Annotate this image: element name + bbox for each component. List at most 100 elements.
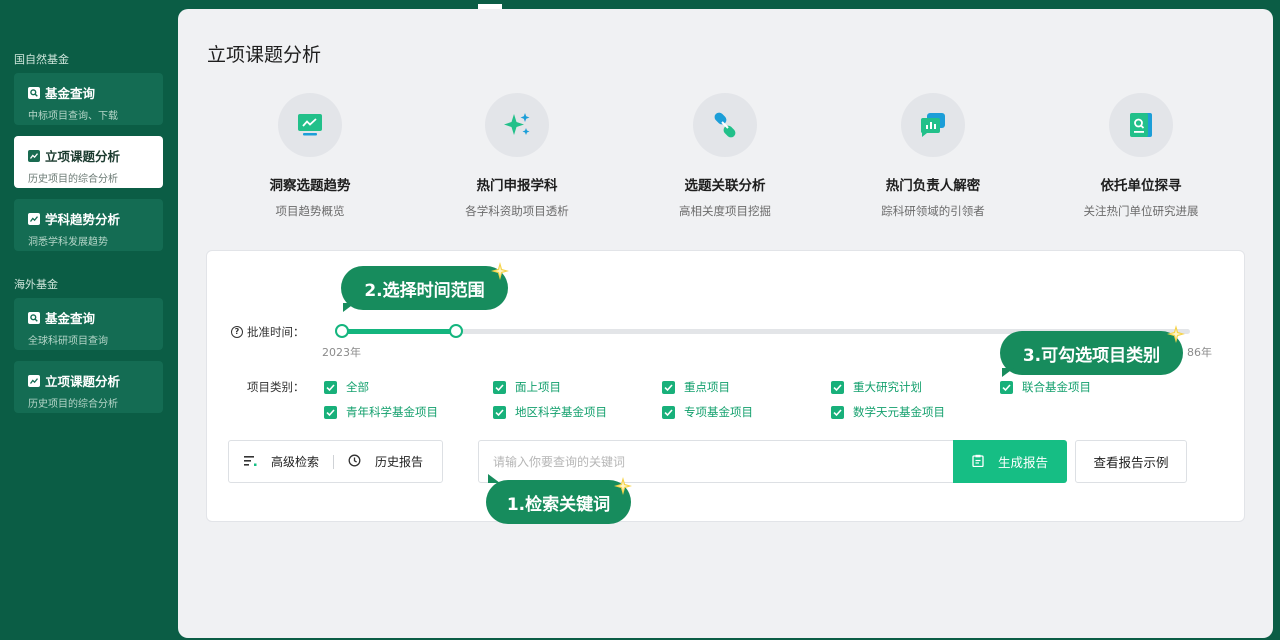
advanced-search-button[interactable]: 高级检索	[244, 453, 319, 470]
feature-title: 热门负责人解密	[885, 178, 981, 194]
feature-subtitle: 项目趋势概览	[275, 204, 345, 218]
checkbox-checked-icon	[662, 380, 675, 394]
advanced-search-label: 高级检索	[271, 455, 320, 469]
checkbox-general[interactable]: 面上项目	[493, 379, 561, 395]
generate-report-button[interactable]: 生成报告	[953, 440, 1067, 483]
sidebar-item-subtitle: 洞悉学科发展趋势	[28, 237, 108, 248]
generate-report-label: 生成报告	[997, 455, 1048, 470]
checkbox-checked-icon	[831, 380, 844, 394]
sparkle-icon	[614, 477, 632, 495]
feature-subtitle: 关注热门单位研究进展	[1083, 204, 1199, 218]
chart-icon	[28, 212, 40, 225]
sidebar-item-overseas-fund-search[interactable]: 基金查询 全球科研项目查询	[14, 298, 163, 350]
trend-monitor-icon	[278, 93, 342, 157]
checkbox-label: 重点项目	[684, 380, 730, 394]
year-start-label: 2023年	[322, 346, 361, 359]
checkbox-label: 重大研究计划	[853, 380, 922, 394]
trend-icon	[28, 374, 40, 387]
checkbox-all[interactable]: 全部	[324, 379, 369, 395]
feature-title: 选题关联分析	[684, 178, 766, 194]
search-icon	[28, 311, 40, 324]
history-report-label: 历史报告	[375, 455, 424, 469]
sidebar-item-fund-search[interactable]: 基金查询 中标项目查询、下载	[14, 73, 163, 125]
checkbox-key[interactable]: 重点项目	[662, 379, 730, 395]
checkbox-math-tianyuan[interactable]: 数学天元基金项目	[831, 404, 945, 420]
checkbox-joint-fund[interactable]: 联合基金项目	[1000, 379, 1091, 395]
time-filter-label: ? 批准时间：	[231, 324, 305, 340]
sidebar-item-label: 立项课题分析	[45, 374, 121, 389]
checkbox-major-research[interactable]: 重大研究计划	[831, 379, 922, 395]
clock-icon	[348, 454, 361, 470]
checkbox-label: 青年科学基金项目	[346, 405, 438, 419]
sidebar: 国自然基金 基金查询 中标项目查询、下载 立项课题分析 历史项目的综合分析 学科…	[0, 0, 178, 640]
link-icon	[693, 93, 757, 157]
feature-hot-discipline: 热门申报学科 各学科资助项目透析	[412, 93, 622, 219]
checkbox-label: 地区科学基金项目	[515, 405, 607, 419]
feature-hot-leader: 热门负责人解密 踪科研领域的引领者	[828, 93, 1038, 219]
sidebar-item-label: 基金查询	[45, 86, 96, 101]
checkbox-label: 联合基金项目	[1022, 380, 1091, 394]
time-range-fill	[342, 329, 456, 334]
feature-title: 洞察选题趋势	[269, 178, 351, 194]
sidebar-item-overseas-project-analysis[interactable]: 立项课题分析 历史项目的综合分析	[14, 361, 163, 413]
sidebar-group-title: 国自然基金	[14, 53, 69, 66]
help-icon: ?	[231, 326, 243, 338]
view-example-button[interactable]: 查看报告示例	[1075, 440, 1187, 483]
filter-list-icon	[244, 455, 257, 469]
checkbox-checked-icon	[831, 405, 844, 419]
checkbox-checked-icon	[324, 405, 337, 419]
feature-title: 热门申报学科	[476, 178, 558, 194]
year-end-label: 86年	[1187, 346, 1212, 359]
search-tools-group: 高级检索 历史报告	[228, 440, 443, 483]
search-icon	[28, 86, 40, 99]
checkbox-checked-icon	[662, 405, 675, 419]
checkbox-regional[interactable]: 地区科学基金项目	[493, 404, 607, 420]
divider	[333, 454, 335, 469]
feature-subtitle: 高相关度项目挖掘	[679, 204, 771, 218]
callout-select-category: 3.可勾选项目类别	[1000, 331, 1183, 375]
time-range-start-handle[interactable]	[335, 324, 349, 338]
checkbox-label: 面上项目	[515, 380, 561, 394]
checkbox-checked-icon	[493, 380, 506, 394]
checkbox-label: 全部	[346, 380, 369, 394]
book-search-icon	[1109, 93, 1173, 157]
sidebar-item-project-analysis[interactable]: 立项课题分析 历史项目的综合分析	[14, 136, 163, 188]
sparkle-icon	[1167, 325, 1185, 343]
callout-tail	[1002, 368, 1014, 377]
sidebar-item-label: 立项课题分析	[45, 149, 121, 164]
checkbox-label: 专项基金项目	[684, 405, 753, 419]
history-report-button[interactable]: 历史报告	[348, 453, 423, 470]
time-range-end-handle[interactable]	[449, 324, 463, 338]
checkbox-label: 数学天元基金项目	[853, 405, 945, 419]
feature-subtitle: 踪科研领域的引领者	[881, 204, 985, 218]
feature-topic-association: 选题关联分析 高相关度项目挖掘	[620, 93, 830, 219]
sidebar-item-label: 基金查询	[45, 311, 96, 326]
feature-subtitle: 各学科资助项目透析	[465, 204, 569, 218]
chat-chart-icon	[901, 93, 965, 157]
callout-keyword: 1.检索关键词	[486, 480, 631, 524]
feature-institution: 依托单位探寻 关注热门单位研究进展	[1036, 93, 1246, 219]
clipboard-icon	[972, 454, 984, 470]
checkbox-checked-icon	[324, 380, 337, 394]
checkbox-special[interactable]: 专项基金项目	[662, 404, 753, 420]
sparkle-icon	[485, 93, 549, 157]
sparkle-icon	[491, 262, 509, 280]
callout-select-time: 2.选择时间范围	[341, 266, 508, 310]
sidebar-group-title: 海外基金	[14, 278, 58, 291]
time-label-text: 批准时间：	[247, 325, 305, 339]
feature-title: 依托单位探寻	[1100, 178, 1182, 194]
checkbox-youth[interactable]: 青年科学基金项目	[324, 404, 438, 420]
sidebar-item-discipline-trend[interactable]: 学科趋势分析 洞悉学科发展趋势	[14, 199, 163, 251]
sidebar-item-subtitle: 历史项目的综合分析	[28, 399, 118, 410]
sidebar-item-subtitle: 历史项目的综合分析	[28, 174, 118, 185]
checkbox-checked-icon	[493, 405, 506, 419]
trend-icon	[28, 149, 40, 162]
sidebar-item-subtitle: 全球科研项目查询	[28, 336, 108, 347]
category-label: 项目类别：	[247, 380, 305, 394]
main-panel: 立项课题分析 洞察选题趋势 项目趋势概览 热门申报学科 各学科资助项目透析 选题…	[178, 9, 1273, 638]
page-title: 立项课题分析	[207, 44, 322, 66]
feature-topic-trend: 洞察选题趋势 项目趋势概览	[205, 93, 415, 219]
keyword-search-input[interactable]	[478, 440, 954, 483]
checkbox-checked-icon	[1000, 380, 1013, 394]
sidebar-item-label: 学科趋势分析	[45, 212, 121, 227]
